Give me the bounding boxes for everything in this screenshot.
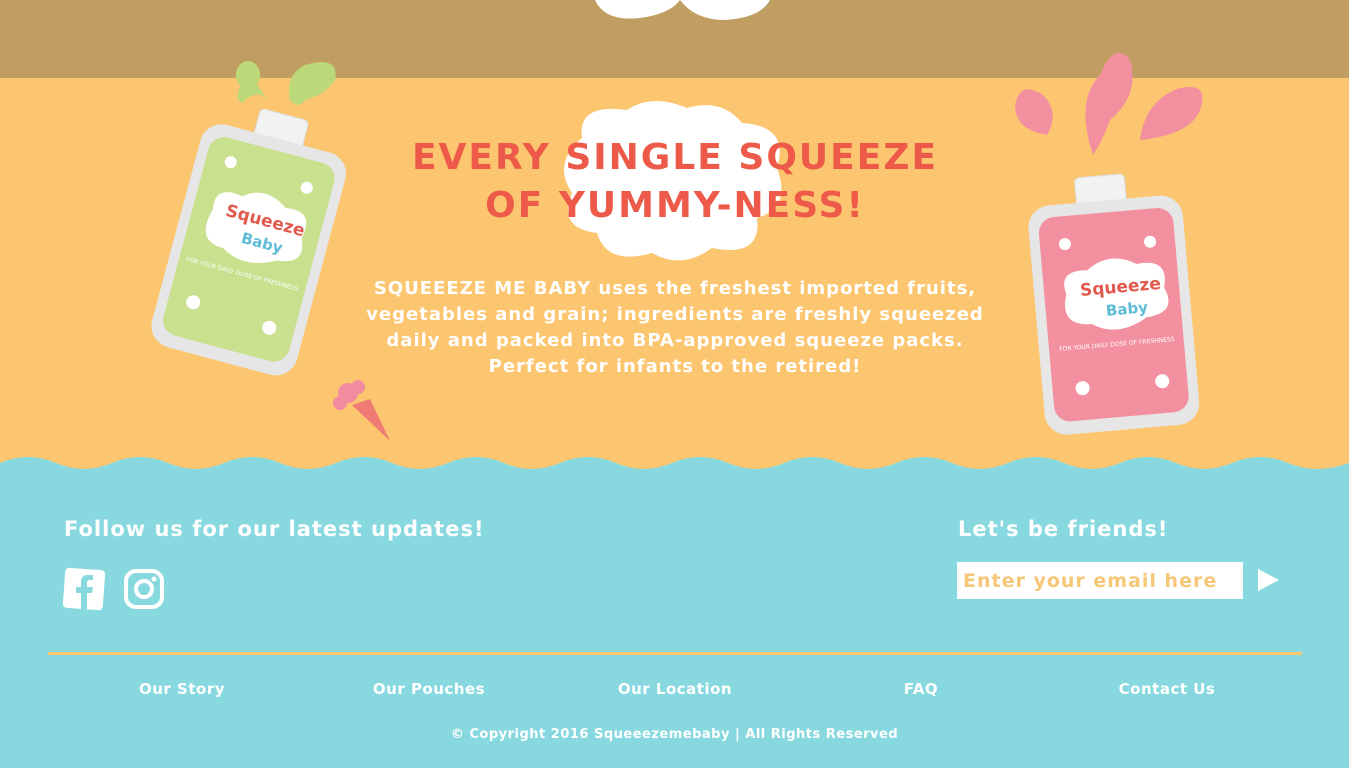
nav-our-pouches[interactable]: Our Pouches xyxy=(349,680,509,698)
nav-faq[interactable]: FAQ xyxy=(841,680,1001,698)
friends-title: Let's be friends! xyxy=(958,517,1169,541)
copyright-text: © Copyright 2016 Squeeezemebaby | All Ri… xyxy=(450,727,899,742)
hero-headline-line1: EVERY SINGLE SQUEEZE xyxy=(411,137,939,178)
follow-title: Follow us for our latest updates! xyxy=(64,517,485,541)
hero-headline-line2: OF YUMMY-NESS! xyxy=(485,185,865,226)
hero-description: SQUEEEZE ME BABY uses the freshest impor… xyxy=(366,278,984,377)
nav-contact-us[interactable]: Contact Us xyxy=(1087,680,1247,698)
facebook-icon[interactable] xyxy=(62,567,106,611)
email-input[interactable] xyxy=(957,562,1243,599)
pink-pouch-image: Squeeze Baby FOR YOUR DAILY DOSE OF FRES… xyxy=(1015,52,1203,435)
nav-our-location[interactable]: Our Location xyxy=(595,680,755,698)
hero-headline: EVERY SINGLE SQUEEZE OF YUMMY-NESS! xyxy=(370,134,980,230)
top-splash-shape xyxy=(595,0,770,20)
pink-pouch-brand-bottom: Baby xyxy=(1105,298,1149,320)
instagram-icon[interactable] xyxy=(122,567,166,611)
footer-divider xyxy=(48,652,1302,655)
carrot-icon xyxy=(333,380,390,441)
nav-our-story[interactable]: Our Story xyxy=(102,680,262,698)
send-button[interactable] xyxy=(1256,568,1280,592)
wave-divider xyxy=(0,457,1349,495)
green-pouch-image: Squeeze Baby FOR YOUR DAILY DOSE OF FRES… xyxy=(151,61,346,376)
